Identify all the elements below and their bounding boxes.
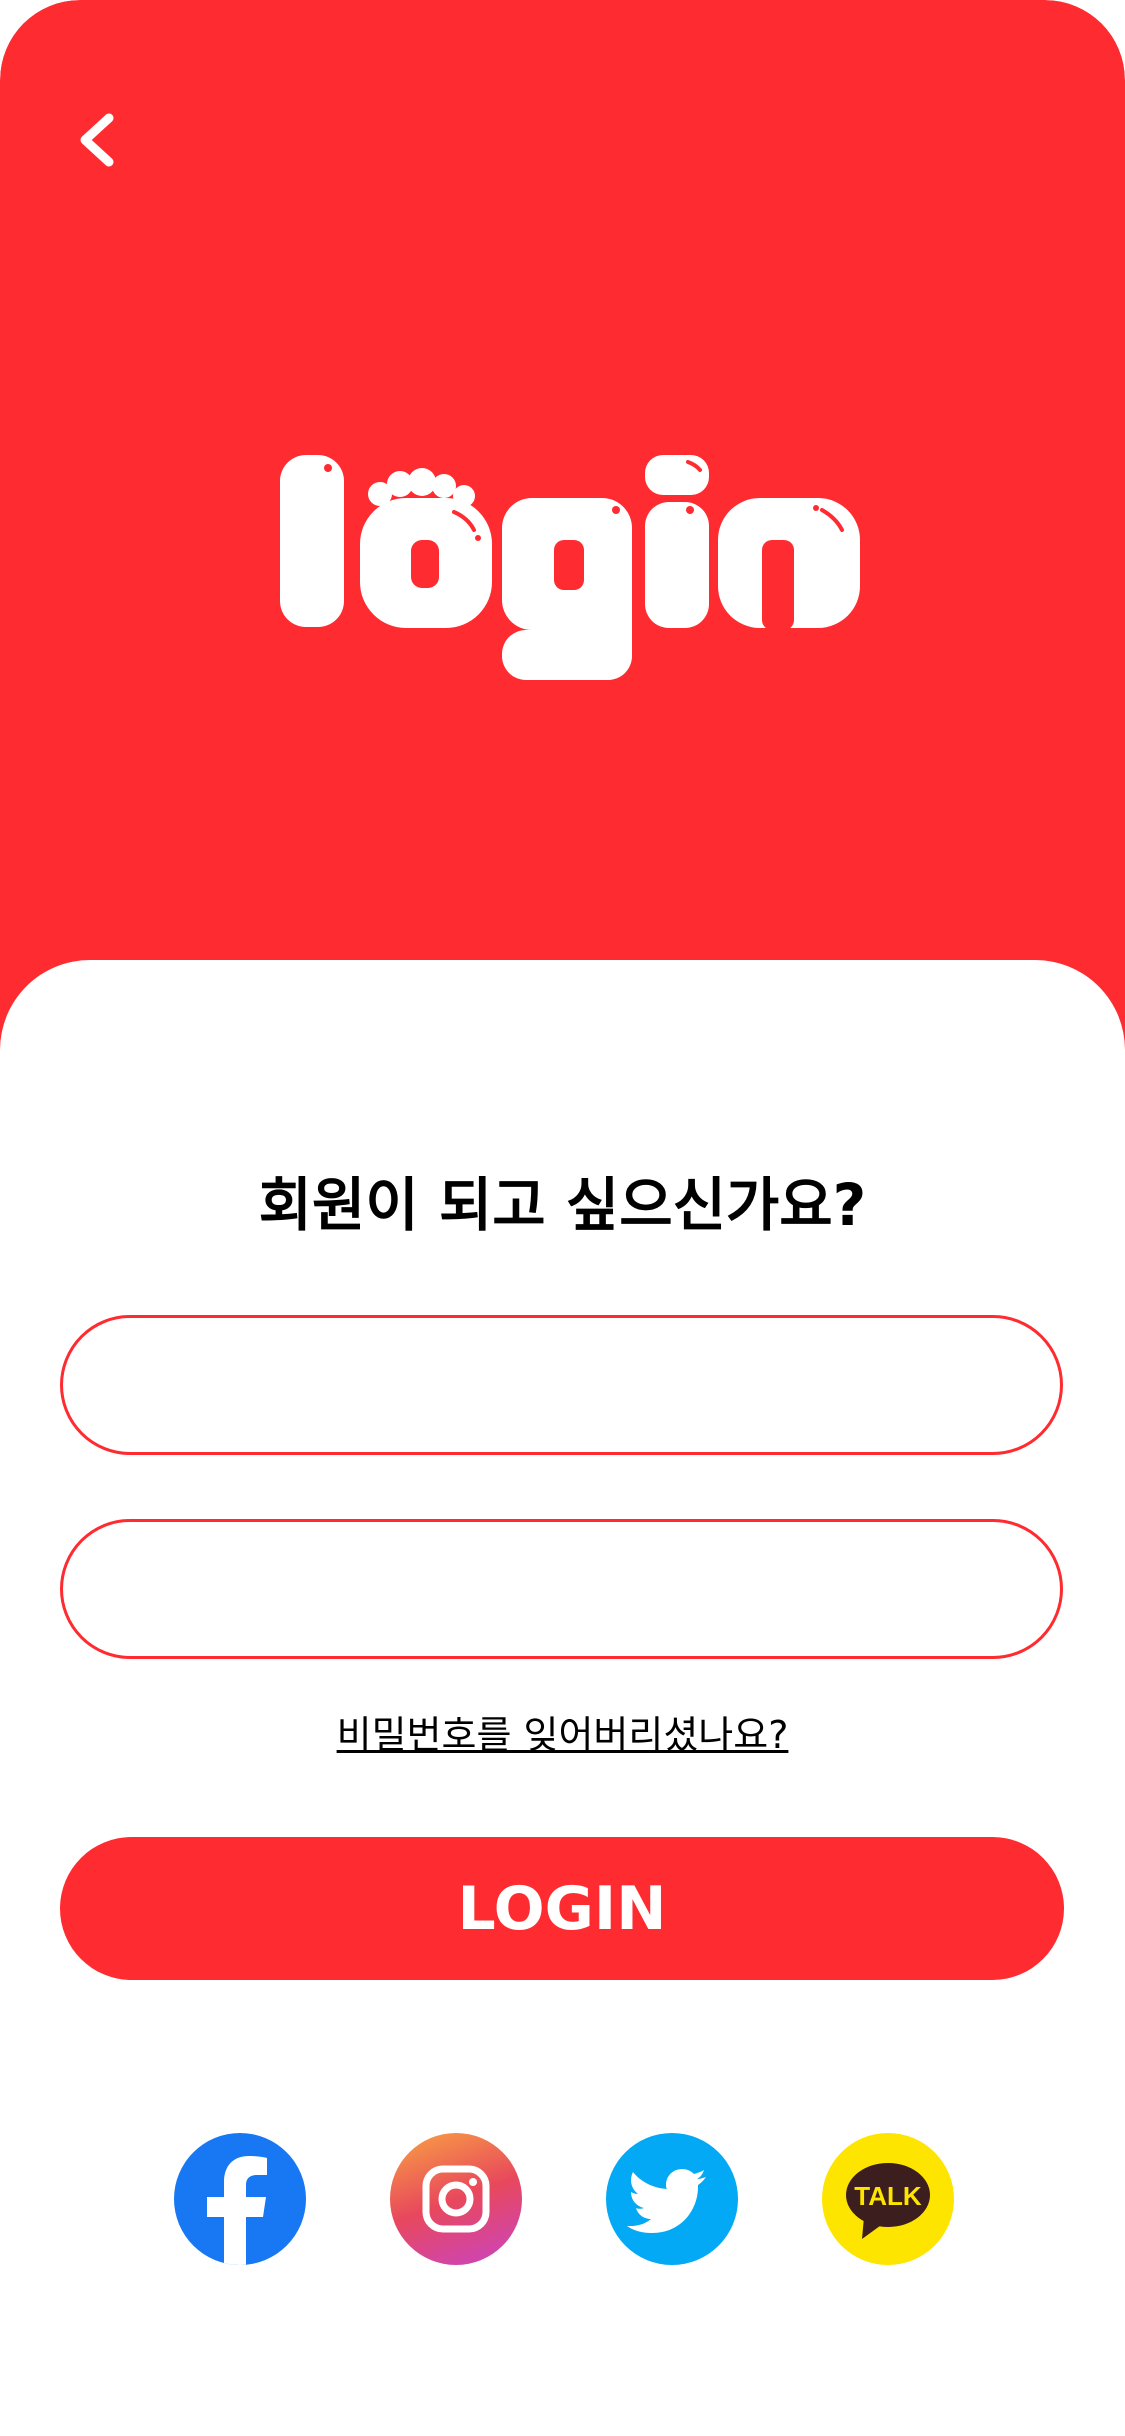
page-title: 회원이 되고 싶으신가요? — [258, 1171, 867, 1239]
instagram-login-button[interactable] — [390, 2133, 522, 2265]
header-banner: login — [0, 0, 1125, 1080]
kakaotalk-icon: TALK — [846, 2163, 930, 2239]
username-input[interactable] — [60, 1315, 1063, 1455]
twitter-login-button[interactable] — [606, 2133, 738, 2265]
chevron-left-icon — [80, 113, 114, 167]
login-screen: login — [0, 0, 1125, 2436]
back-button[interactable] — [62, 100, 132, 180]
kakaotalk-login-button[interactable]: TALK — [822, 2133, 954, 2265]
facebook-login-button[interactable] — [174, 2133, 306, 2265]
kakaotalk-label: TALK — [854, 2181, 922, 2211]
instagram-icon — [422, 2165, 490, 2233]
login-button[interactable]: LOGIN — [60, 1837, 1064, 1980]
forgot-password-link[interactable]: 비밀번호를 잊어버리셨나요? — [0, 1704, 1125, 1759]
login-logo: login — [270, 440, 870, 680]
password-input[interactable] — [60, 1519, 1063, 1659]
facebook-icon — [207, 2156, 267, 2265]
twitter-icon — [627, 2169, 706, 2233]
